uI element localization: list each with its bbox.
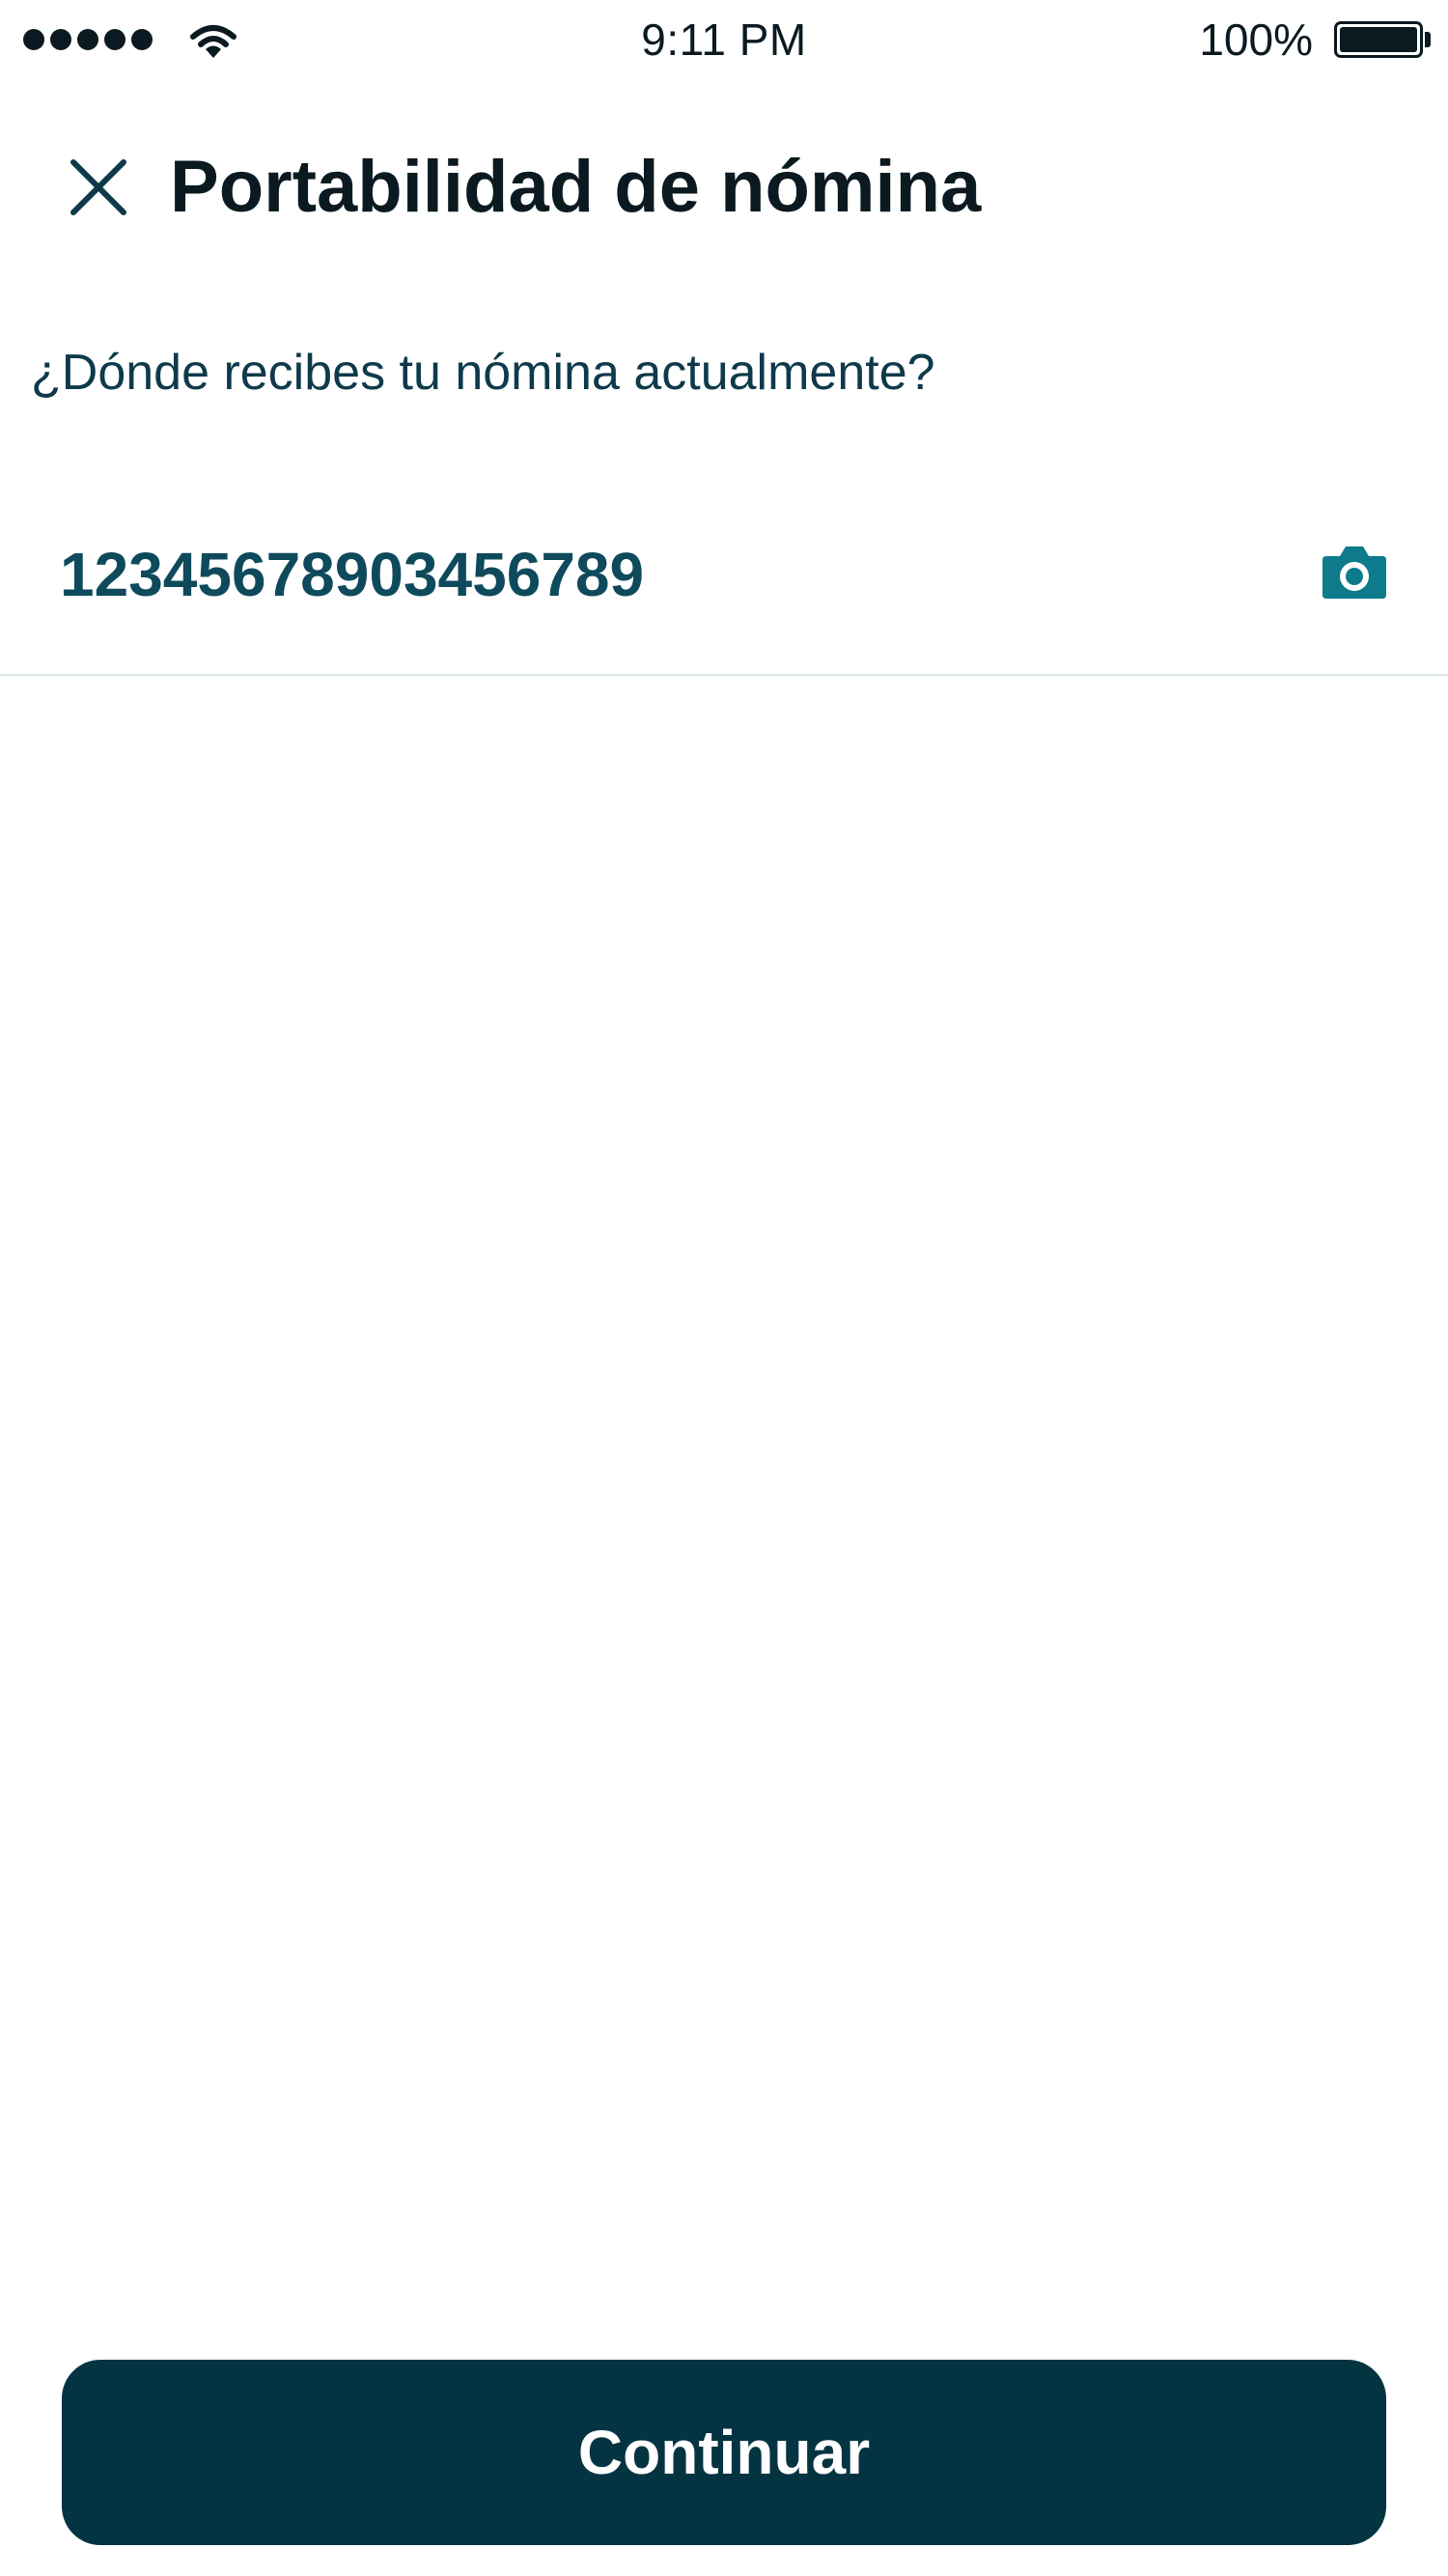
battery-cap — [1425, 32, 1431, 47]
battery-percentage: 100% — [1199, 14, 1313, 65]
battery-icon — [1334, 21, 1423, 58]
close-icon[interactable] — [60, 149, 137, 226]
account-input-row — [0, 502, 1448, 676]
page-title: Portabilidad de nómina — [170, 146, 982, 228]
account-number-input[interactable] — [60, 531, 1218, 618]
camera-icon[interactable] — [1319, 541, 1390, 604]
status-bar: 9:11 PM 100% — [0, 0, 1448, 83]
question-label: ¿Dónde recibes tu nómina actualmente? — [31, 345, 935, 401]
header: Portabilidad de nómina — [0, 135, 1448, 241]
continue-button[interactable]: Continuar — [62, 2360, 1386, 2545]
